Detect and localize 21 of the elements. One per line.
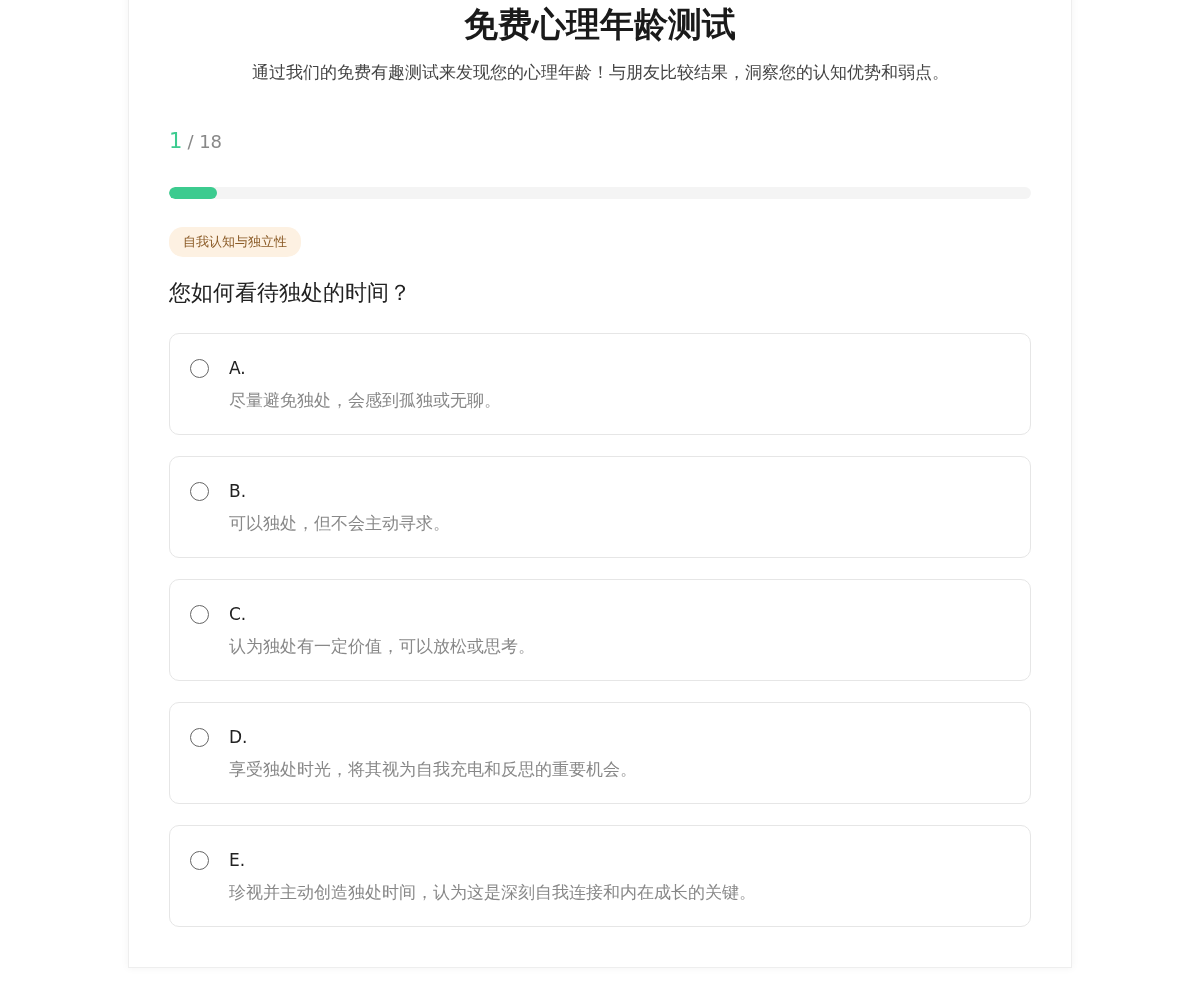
answer-option[interactable]: C. 认为独处有一定价值，可以放松或思考。 xyxy=(169,579,1031,681)
question-text: 您如何看待独处的时间？ xyxy=(169,279,412,307)
option-letter: E. xyxy=(229,849,247,872)
answer-option[interactable]: B. 可以独处，但不会主动寻求。 xyxy=(169,456,1031,558)
option-text: 认为独处有一定价值，可以放松或思考。 xyxy=(229,635,535,658)
option-letter: D. xyxy=(229,726,249,749)
answer-option[interactable]: A. 尽量避免独处，会感到孤独或无聊。 xyxy=(169,333,1031,435)
answer-option[interactable]: D. 享受独处时光，将其视为自我充电和反思的重要机会。 xyxy=(169,702,1031,804)
option-text: 尽量避免独处，会感到孤独或无聊。 xyxy=(229,389,501,412)
option-text: 享受独处时光，将其视为自我充电和反思的重要机会。 xyxy=(229,758,637,781)
option-text: 可以独处，但不会主动寻求。 xyxy=(229,512,450,535)
answer-option[interactable]: E. 珍视并主动创造独处时间，认为这是深刻自我连接和内在成长的关键。 xyxy=(169,825,1031,927)
intro-text: 通过我们的免费有趣测试来发现您的心理年龄！与朋友比较结果，洞察您的认知优势和弱点。 xyxy=(250,61,950,84)
option-letter: B. xyxy=(229,480,248,503)
option-letter: C. xyxy=(229,603,248,626)
option-letter: A. xyxy=(229,357,247,380)
category-tag: 自我认知与独立性 xyxy=(169,227,301,257)
option-text: 珍视并主动创造独处时间，认为这是深刻自我连接和内在成长的关键。 xyxy=(229,881,756,904)
question-total: / 18 xyxy=(187,131,223,152)
page-title: 免费心理年龄测试 xyxy=(463,3,737,46)
current-question-number: 1 xyxy=(169,129,183,153)
